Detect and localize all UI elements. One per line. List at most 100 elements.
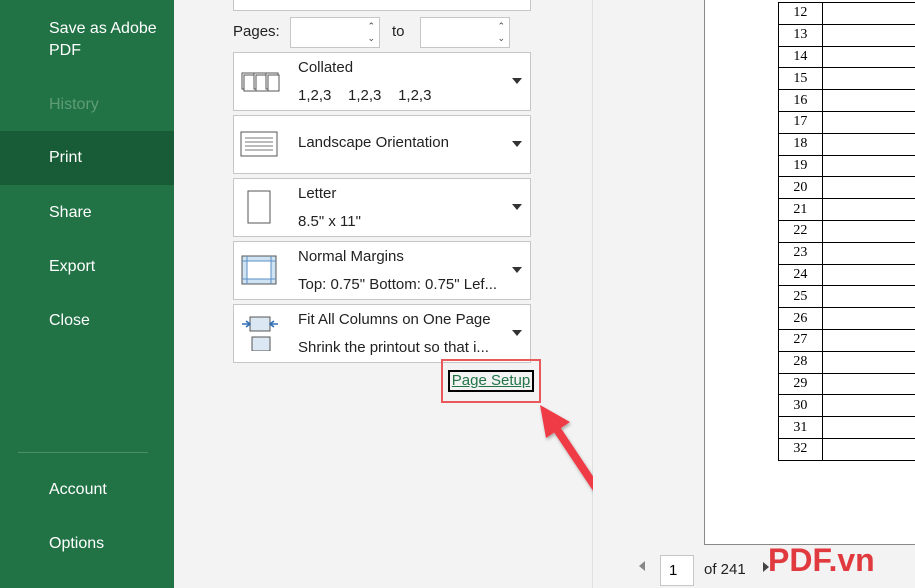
- sidebar-divider: [18, 452, 148, 453]
- account-label: Account: [49, 481, 107, 498]
- orientation-dropdown[interactable]: Landscape Orientation: [233, 115, 531, 174]
- chevron-down-icon: [512, 267, 522, 273]
- empty-cell: [821, 89, 915, 112]
- pages-from-input[interactable]: ⌃ ⌄: [290, 17, 380, 48]
- pages-from-spinner[interactable]: ⌃ ⌄: [367, 20, 375, 44]
- empty-cell: [821, 154, 915, 178]
- empty-cell: [821, 372, 915, 396]
- table-row: 30: [778, 394, 915, 418]
- row-number-cell: 14: [778, 45, 823, 69]
- chevron-down-icon: [512, 141, 522, 147]
- collation-dropdown[interactable]: Collated 1,2,3 1,2,3 1,2,3: [233, 52, 531, 111]
- empty-cell: [821, 328, 915, 352]
- collated-icon: [241, 72, 280, 92]
- margins-detail: Top: 0.75" Bottom: 0.75" Lef...: [298, 276, 498, 293]
- table-row: 25: [778, 285, 915, 309]
- save-as-adobe-pdf-label: Save as Adobe PDF: [49, 20, 157, 59]
- row-number-cell: 25: [778, 285, 823, 309]
- table-row: 20: [778, 176, 915, 200]
- margins-title: Normal Margins: [298, 248, 404, 265]
- table-row: 19: [778, 154, 915, 178]
- collation-title: Collated: [298, 59, 354, 76]
- close-label: Close: [49, 312, 90, 329]
- row-number-cell: 27: [778, 328, 823, 352]
- paper-size-dropdown[interactable]: Letter 8.5" x 11": [233, 178, 531, 237]
- landscape-icon: [240, 131, 278, 157]
- margins-dropdown[interactable]: Normal Margins Top: 0.75" Bottom: 0.75" …: [233, 241, 531, 300]
- table-row: 14: [778, 45, 915, 69]
- empty-cell: [821, 67, 915, 91]
- row-number-cell: 16: [778, 89, 823, 112]
- table-row: 31: [778, 416, 915, 439]
- empty-cell: [821, 263, 915, 287]
- account-item[interactable]: Account: [0, 479, 174, 501]
- backstage-sidebar: Save as Adobe PDF History Print Share Ex…: [0, 0, 174, 588]
- chevron-down-icon: [512, 78, 522, 84]
- scaling-title: Fit All Columns on One Page: [298, 311, 491, 328]
- page-count: of 241: [704, 561, 746, 578]
- chevron-down-icon: [512, 204, 522, 210]
- empty-cell: [821, 437, 915, 461]
- table-row: 16: [778, 89, 915, 112]
- preview-sheet-table: 12 13 14 15 16 17 18 19 20 21 22 23 24 25 26 27 28 29 30 31…: [778, 2, 915, 461]
- pages-to-spinner[interactable]: ⌃ ⌄: [497, 20, 505, 44]
- row-number-cell: 31: [778, 416, 823, 439]
- fit-columns-icon: [242, 316, 278, 351]
- table-row: 24: [778, 263, 915, 287]
- empty-cell: [821, 350, 915, 374]
- row-number-cell: 20: [778, 176, 823, 200]
- print-item[interactable]: Print: [0, 131, 174, 185]
- collation-detail: 1,2,3 1,2,3 1,2,3: [298, 87, 432, 104]
- current-page-input[interactable]: 1: [660, 555, 694, 586]
- row-number-cell: 32: [778, 437, 823, 461]
- table-row: 21: [778, 198, 915, 221]
- save-as-adobe-pdf-item[interactable]: Save as Adobe PDF: [0, 18, 174, 62]
- row-number-cell: 30: [778, 394, 823, 418]
- table-row: 28: [778, 350, 915, 374]
- orientation-title: Landscape Orientation: [298, 134, 449, 151]
- chevron-down-icon: [512, 330, 522, 336]
- row-number-cell: 17: [778, 110, 823, 134]
- table-row: 18: [778, 132, 915, 156]
- pages-to-input[interactable]: ⌃ ⌄: [420, 17, 510, 48]
- row-number-cell: 21: [778, 198, 823, 221]
- history-label: History: [49, 96, 99, 113]
- pages-label: Pages:: [233, 23, 280, 40]
- row-number-cell: 23: [778, 241, 823, 265]
- empty-cell: [821, 2, 915, 25]
- options-item[interactable]: Options: [0, 533, 174, 555]
- export-item[interactable]: Export: [0, 256, 174, 278]
- row-number-cell: 15: [778, 67, 823, 91]
- row-number-cell: 13: [778, 23, 823, 47]
- row-number-cell: 24: [778, 263, 823, 287]
- scaling-dropdown[interactable]: Fit All Columns on One Page Shrink the p…: [233, 304, 531, 363]
- empty-cell: [821, 110, 915, 134]
- row-number-cell: 19: [778, 154, 823, 178]
- table-row: 27: [778, 328, 915, 352]
- table-row: 29: [778, 372, 915, 396]
- close-item[interactable]: Close: [0, 310, 174, 332]
- paper-icon: [247, 190, 271, 224]
- watermark-logo: PDF.vn: [768, 542, 875, 578]
- empty-cell: [821, 394, 915, 418]
- table-row: 15: [778, 67, 915, 91]
- margins-icon: [241, 255, 277, 285]
- table-row: 12: [778, 2, 915, 25]
- options-label: Options: [49, 535, 105, 552]
- table-row: 26: [778, 307, 915, 330]
- page-setup-link[interactable]: Page Setup: [448, 370, 534, 392]
- empty-cell: [821, 219, 915, 243]
- table-row: 13: [778, 23, 915, 47]
- print-what-dropdown-partial[interactable]: [233, 0, 531, 11]
- history-item: History: [0, 94, 174, 116]
- previous-page-icon[interactable]: [639, 561, 645, 571]
- empty-cell: [821, 132, 915, 156]
- page-setup-highlight: Page Setup: [441, 359, 541, 403]
- export-label: Export: [49, 258, 96, 275]
- paper-title: Letter: [298, 185, 337, 202]
- share-item[interactable]: Share: [0, 202, 174, 224]
- row-number-cell: 28: [778, 350, 823, 374]
- row-number-cell: 18: [778, 132, 823, 156]
- row-number-cell: 12: [778, 2, 823, 25]
- empty-cell: [821, 45, 915, 69]
